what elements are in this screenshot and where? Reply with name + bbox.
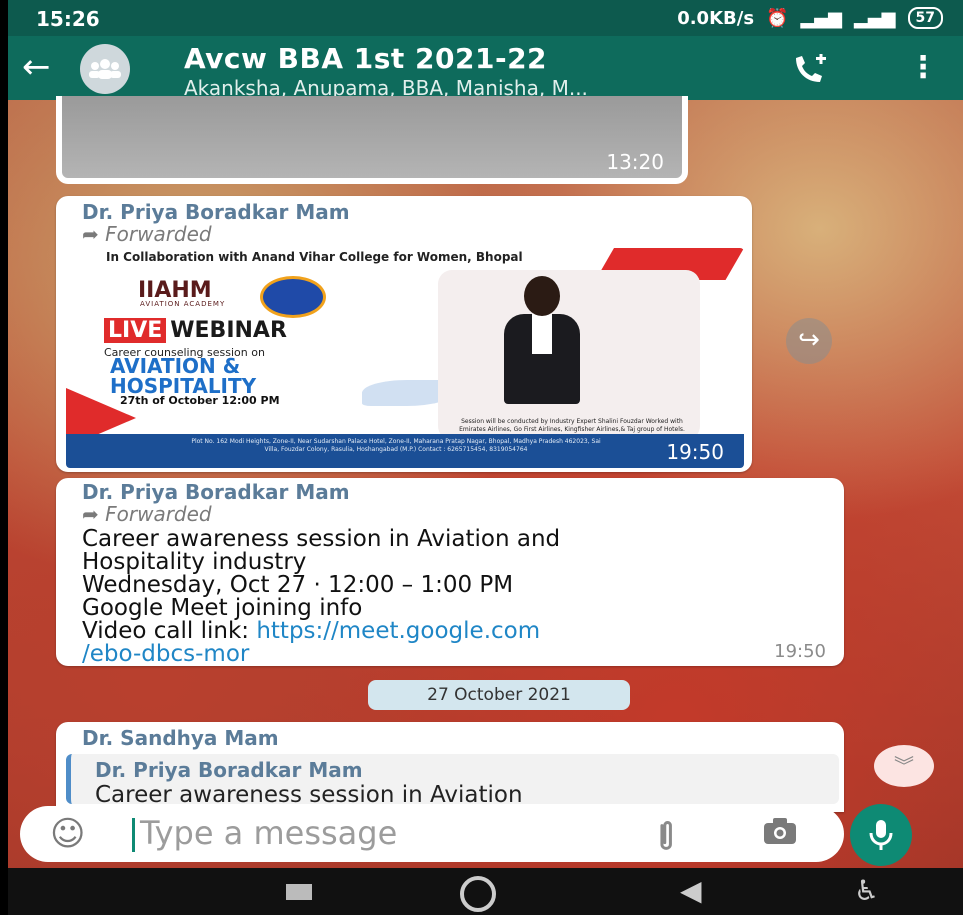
speaker-info: Session will be conducted by Industry Ex… bbox=[459, 418, 685, 433]
poster-live: LIVE bbox=[104, 318, 167, 343]
mic-icon bbox=[869, 820, 893, 850]
forwarded-label: ➦ Forwarded bbox=[82, 222, 212, 246]
poster-live-webinar: LIVE WEBINAR bbox=[104, 318, 287, 343]
quoted-text: Career awareness session in Aviation bbox=[95, 782, 523, 808]
meet-link-cont[interactable]: /ebo-dbcs-mor bbox=[82, 643, 560, 666]
forwarded-text: Forwarded bbox=[105, 502, 212, 526]
message-body: Career awareness session in Aviation and… bbox=[82, 528, 560, 666]
forwarded-text: Forwarded bbox=[105, 222, 212, 246]
poster-logo-sub: AVIATION ACADEMY bbox=[140, 300, 226, 308]
system-nav-bar: ◀ ♿ bbox=[8, 868, 963, 915]
poster-aviation-line: AVIATION & bbox=[110, 354, 241, 378]
nav-back-icon[interactable]: ◀ bbox=[680, 874, 702, 907]
attach-icon[interactable] bbox=[642, 810, 696, 864]
media-message[interactable]: 13:20 bbox=[56, 96, 688, 184]
share-forward-icon[interactable]: ↪ bbox=[786, 318, 832, 364]
message-time: 19:50 bbox=[666, 440, 724, 464]
status-time: 15:26 bbox=[36, 7, 100, 31]
poster-address: Plot No. 162 Modi Heights, Zone-II, Near… bbox=[191, 438, 601, 453]
message-sender[interactable]: Dr. Priya Boradkar Mam bbox=[82, 200, 350, 224]
poster-date: 27th of October 12:00 PM bbox=[120, 394, 280, 407]
message-time: 13:20 bbox=[606, 150, 664, 174]
battery-icon: 57 bbox=[907, 7, 943, 29]
date-separator: 27 October 2021 bbox=[368, 680, 630, 710]
speaker-shirt bbox=[532, 314, 552, 354]
mic-button[interactable] bbox=[850, 804, 912, 866]
camera-shape-icon bbox=[764, 818, 796, 844]
recent-apps-icon[interactable] bbox=[286, 884, 312, 900]
message-input[interactable]: Type a message bbox=[140, 814, 397, 852]
camera-icon[interactable] bbox=[762, 816, 798, 853]
message-line: Career awareness session in Aviation and bbox=[82, 526, 561, 552]
forwarded-label: ➦ Forwarded bbox=[82, 502, 212, 526]
poster-footer: Plot No. 162 Modi Heights, Zone-II, Near… bbox=[66, 434, 744, 468]
message-line: Wednesday, Oct 27 · 12:00 – 1:00 PM bbox=[82, 572, 514, 598]
chat-header: ← Avcw BBA 1st 2021-22 Akanksha, Anupama… bbox=[8, 36, 963, 100]
signal-4g-icon: ▂▄▆ bbox=[853, 7, 896, 29]
network-speed: 0.0KB/s bbox=[677, 7, 755, 29]
speaker-card: Session will be conducted by Industry Ex… bbox=[438, 270, 700, 440]
message-input-bar[interactable]: ☺ Type a message bbox=[20, 806, 844, 862]
emoji-icon[interactable]: ☺ bbox=[50, 814, 85, 854]
forward-arrow-icon: ➦ bbox=[82, 222, 99, 246]
text-caret bbox=[132, 818, 135, 852]
college-emblem-icon bbox=[260, 276, 326, 318]
quoted-message[interactable]: Dr. Priya Boradkar Mam Career awareness … bbox=[66, 754, 839, 808]
scroll-down-icon[interactable]: ︾ bbox=[874, 745, 934, 787]
meet-link[interactable]: https://meet.google.com bbox=[256, 618, 540, 644]
speaker-head bbox=[524, 276, 560, 316]
signal-icon: ▂▄▆ bbox=[800, 7, 842, 29]
message-time: 19:50 bbox=[774, 641, 826, 662]
message-sender[interactable]: Dr. Priya Boradkar Mam bbox=[82, 480, 350, 504]
paperclip-icon bbox=[660, 821, 672, 850]
speaker-photo bbox=[494, 270, 590, 416]
forward-arrow-icon: ➦ bbox=[82, 502, 99, 526]
webinar-poster[interactable]: In Collaboration with Anand Vihar Colleg… bbox=[66, 248, 744, 468]
chat-title[interactable]: Avcw BBA 1st 2021-22 bbox=[184, 42, 547, 75]
text-message-bubble[interactable]: Dr. Priya Boradkar Mam ➦ Forwarded Caree… bbox=[56, 478, 844, 666]
message-line: Hospitality industry bbox=[82, 549, 307, 575]
alarm-icon: ⏰ bbox=[766, 7, 789, 29]
poster-collab-text: In Collaboration with Anand Vihar Colleg… bbox=[106, 250, 523, 264]
status-icons: 0.0KB/s ⏰ ▂▄▆ ▂▄▆ 57 bbox=[677, 7, 943, 29]
accessibility-icon[interactable]: ♿ bbox=[854, 874, 879, 907]
add-call-icon[interactable] bbox=[792, 54, 828, 91]
message-line: Video call link: https://meet.google.com bbox=[82, 620, 560, 643]
back-arrow-icon[interactable]: ← bbox=[22, 50, 51, 84]
status-bar: 15:26 0.0KB/s ⏰ ▂▄▆ ▂▄▆ 57 bbox=[8, 0, 963, 36]
group-avatar[interactable] bbox=[80, 44, 130, 94]
message-line: Google Meet joining info bbox=[82, 595, 363, 621]
quoted-sender: Dr. Priya Boradkar Mam bbox=[95, 758, 363, 782]
phone-plus-icon bbox=[796, 54, 826, 82]
message-sender[interactable]: Dr. Sandhya Mam bbox=[82, 726, 279, 750]
group-icon bbox=[89, 59, 121, 79]
poster-webinar: WEBINAR bbox=[170, 318, 287, 343]
more-options-icon[interactable]: ⋮ bbox=[908, 50, 938, 85]
chat-screen: 15:26 0.0KB/s ⏰ ▂▄▆ ▂▄▆ 57 ← Avcw BBA 1s… bbox=[8, 0, 963, 915]
home-icon[interactable] bbox=[460, 876, 496, 912]
